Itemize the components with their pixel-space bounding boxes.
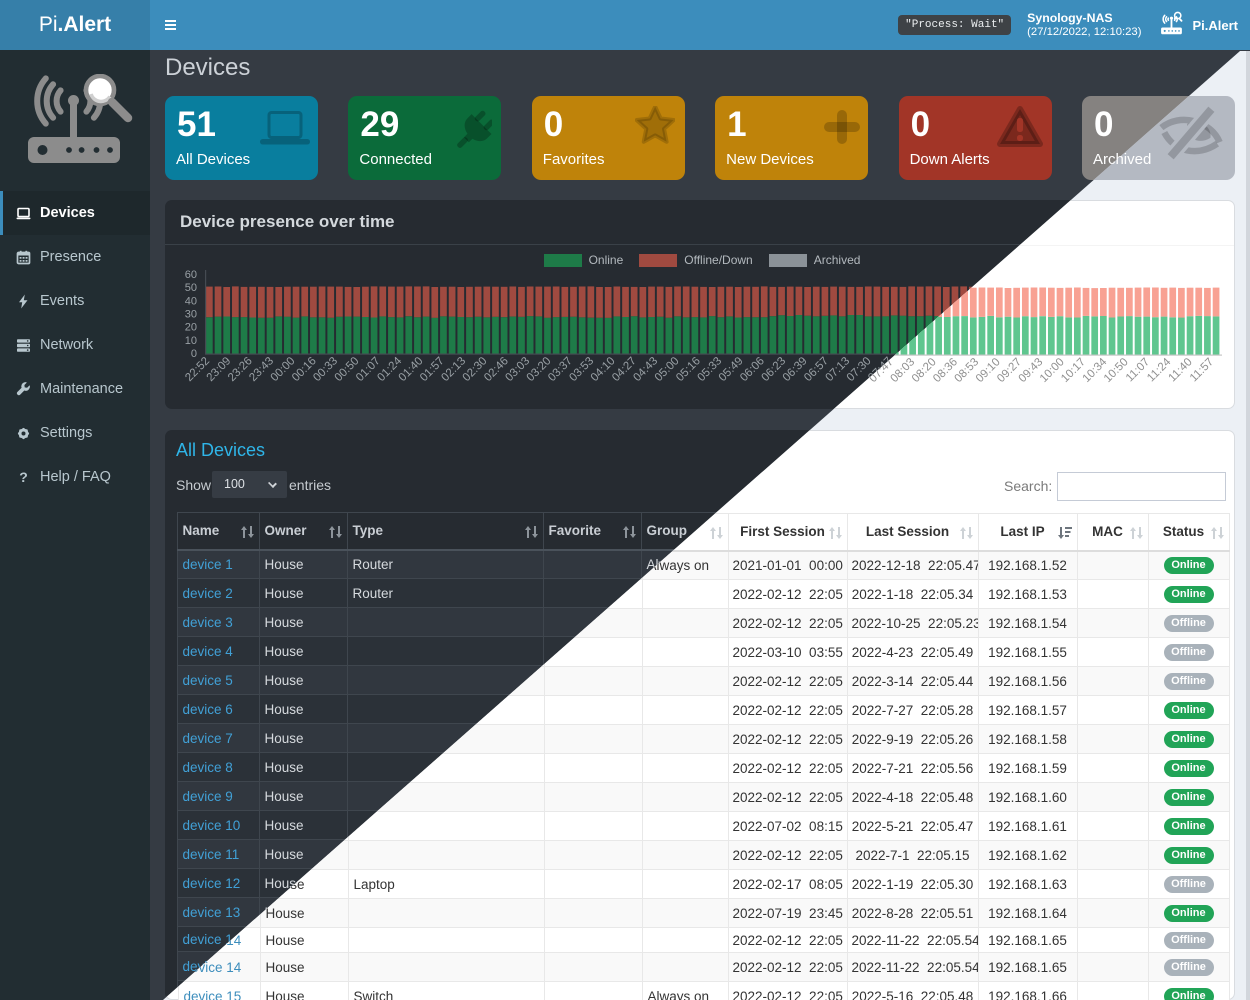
svg-text:11:40: 11:40: [1166, 356, 1194, 384]
svg-text:10:50: 10:50: [1102, 356, 1131, 385]
svg-text:11:57: 11:57: [1188, 356, 1216, 384]
svg-text:30: 30: [185, 309, 197, 321]
svg-text:10: 10: [185, 335, 197, 347]
svg-text:20: 20: [185, 322, 197, 334]
svg-text:0: 0: [191, 348, 197, 360]
svg-text:50: 50: [185, 282, 197, 294]
svg-text:60: 60: [185, 269, 197, 281]
svg-text:11:07: 11:07: [1124, 356, 1152, 384]
svg-text:40: 40: [185, 295, 197, 307]
